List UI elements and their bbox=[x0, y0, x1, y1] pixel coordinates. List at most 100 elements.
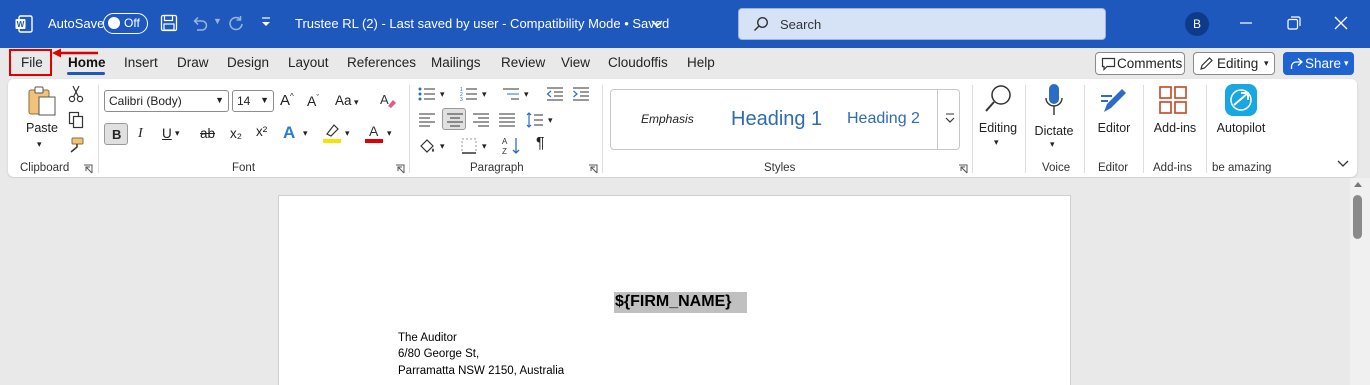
justify-icon[interactable] bbox=[498, 112, 516, 128]
tab-view[interactable]: View bbox=[561, 55, 590, 70]
clear-formatting-icon[interactable]: A bbox=[379, 91, 397, 109]
multilevel-list-icon[interactable] bbox=[502, 86, 520, 102]
cut-icon[interactable] bbox=[68, 85, 84, 103]
chevron-down-icon[interactable]: ▾ bbox=[524, 89, 529, 100]
document-page[interactable] bbox=[278, 195, 1071, 385]
text-effects-icon[interactable]: A bbox=[283, 123, 295, 143]
copy-icon[interactable] bbox=[68, 111, 84, 129]
bold-button[interactable]: B bbox=[104, 123, 128, 145]
undo-dropdown-icon[interactable]: ▼ bbox=[213, 16, 222, 26]
line-spacing-icon[interactable] bbox=[526, 111, 544, 129]
chevron-down-icon[interactable]: ▾ bbox=[482, 89, 487, 100]
collapse-ribbon-icon[interactable] bbox=[1336, 159, 1350, 169]
pencil-icon bbox=[1200, 57, 1213, 70]
restore-icon[interactable] bbox=[1287, 16, 1301, 30]
dialog-launcher-icon[interactable] bbox=[83, 164, 93, 174]
numbering-icon[interactable]: 123 bbox=[460, 86, 478, 102]
dialog-launcher-icon[interactable] bbox=[395, 164, 405, 174]
autosave-toggle[interactable]: Off bbox=[103, 13, 148, 34]
font-name-select[interactable]: Calibri (Body) ▼ bbox=[104, 90, 229, 112]
share-icon bbox=[1290, 58, 1303, 69]
strikethrough-button[interactable]: ab bbox=[200, 126, 215, 141]
chevron-down-icon[interactable]: ▾ bbox=[175, 128, 180, 139]
chevron-down-icon[interactable]: ▾ bbox=[303, 128, 308, 139]
tab-design[interactable]: Design bbox=[227, 55, 269, 70]
address-line[interactable]: 6/80 George St, bbox=[398, 348, 479, 360]
tab-insert[interactable]: Insert bbox=[124, 55, 158, 70]
grow-font-icon[interactable]: A^ bbox=[280, 92, 294, 109]
tab-draw[interactable]: Draw bbox=[177, 55, 209, 70]
editing-button[interactable]: Editing ▾ bbox=[976, 83, 1020, 153]
avatar[interactable]: B bbox=[1185, 12, 1209, 36]
scrollbar-thumb[interactable] bbox=[1353, 195, 1362, 239]
ribbon: Paste ▾ Clipboard Calibri (Body) ▼ 14 ▼ … bbox=[8, 79, 1357, 177]
tab-cloudoffis[interactable]: Cloudoffis bbox=[608, 55, 668, 70]
tab-layout[interactable]: Layout bbox=[288, 55, 329, 70]
address-line[interactable]: The Auditor bbox=[398, 332, 457, 344]
align-center-button[interactable] bbox=[442, 108, 466, 130]
editing-mode-button[interactable]: Editing ▾ bbox=[1193, 52, 1275, 75]
format-painter-icon[interactable] bbox=[68, 137, 84, 153]
minimize-icon[interactable] bbox=[1240, 16, 1252, 30]
highlight-color-icon[interactable] bbox=[323, 123, 341, 143]
change-case-button[interactable]: Aa ▾ bbox=[335, 93, 359, 108]
style-emphasis[interactable]: Emphasis bbox=[641, 112, 694, 126]
chevron-down-icon[interactable]: ▾ bbox=[387, 128, 392, 139]
chevron-down-icon[interactable]: ▾ bbox=[440, 89, 445, 100]
tab-home[interactable]: Home bbox=[68, 55, 106, 70]
save-icon[interactable] bbox=[160, 14, 178, 32]
tab-file[interactable]: File bbox=[21, 55, 43, 70]
tab-references[interactable]: References bbox=[347, 55, 416, 70]
chevron-down-icon[interactable]: ▾ bbox=[440, 141, 445, 152]
comments-button[interactable]: Comments bbox=[1095, 52, 1185, 75]
chevron-down-icon: ▾ bbox=[1344, 58, 1349, 68]
chevron-down-icon[interactable] bbox=[650, 16, 664, 30]
shrink-font-icon[interactable]: Aˇ bbox=[307, 93, 319, 109]
shading-icon[interactable] bbox=[418, 137, 436, 155]
show-formatting-marks-icon[interactable]: ¶ bbox=[536, 135, 545, 153]
style-heading-2[interactable]: Heading 2 bbox=[847, 110, 920, 128]
paste-button[interactable]: Paste ▾ bbox=[24, 85, 60, 153]
redo-icon[interactable] bbox=[227, 14, 247, 34]
align-right-icon[interactable] bbox=[472, 112, 490, 128]
tab-mailings[interactable]: Mailings bbox=[431, 55, 481, 70]
chevron-down-icon[interactable]: ▾ bbox=[482, 141, 487, 152]
address-line[interactable]: Parramatta NSW 2150, Australia bbox=[398, 365, 564, 377]
underline-button[interactable]: U bbox=[162, 126, 172, 141]
microphone-icon bbox=[1045, 84, 1063, 115]
chevron-down-icon[interactable]: ▾ bbox=[345, 128, 350, 139]
close-icon[interactable] bbox=[1334, 16, 1348, 30]
bullets-icon[interactable] bbox=[418, 86, 436, 102]
paragraph-group-label: Paragraph bbox=[470, 162, 524, 174]
dialog-launcher-icon[interactable] bbox=[588, 164, 598, 174]
superscript-button[interactable]: x² bbox=[256, 124, 267, 139]
document-title[interactable]: Trustee RL (2) - Last saved by user - Co… bbox=[295, 16, 669, 31]
borders-icon[interactable] bbox=[460, 137, 478, 155]
search-box[interactable]: Search bbox=[738, 8, 1106, 40]
align-left-icon[interactable] bbox=[418, 112, 436, 128]
italic-button[interactable]: I bbox=[138, 126, 143, 142]
undo-icon[interactable] bbox=[189, 14, 209, 34]
menu-tabs: File Home Insert Draw Design Layout Refe… bbox=[0, 48, 1370, 78]
increase-indent-icon[interactable] bbox=[572, 86, 590, 102]
firm-name-placeholder[interactable]: ${FIRM_NAME} bbox=[614, 292, 747, 313]
autopilot-button[interactable]: Autopilot bbox=[1212, 83, 1270, 153]
customize-toolbar-icon[interactable] bbox=[259, 14, 273, 30]
dialog-launcher-icon[interactable] bbox=[958, 164, 968, 174]
decrease-indent-icon[interactable] bbox=[546, 86, 564, 102]
tab-review[interactable]: Review bbox=[501, 55, 545, 70]
editor-button[interactable]: Editor bbox=[1092, 83, 1136, 153]
sort-icon[interactable]: AZ bbox=[502, 136, 522, 156]
tab-help[interactable]: Help bbox=[687, 55, 715, 70]
dictate-button[interactable]: Dictate ▾ bbox=[1032, 83, 1076, 153]
font-color-icon[interactable]: A bbox=[365, 123, 383, 143]
styles-more-button[interactable] bbox=[937, 89, 961, 150]
subscript-button[interactable]: x₂ bbox=[230, 126, 242, 141]
word-logo-icon[interactable]: W bbox=[14, 14, 34, 34]
share-button[interactable]: Share ▾ bbox=[1283, 52, 1354, 75]
scroll-up-icon[interactable] bbox=[1354, 181, 1362, 189]
chevron-down-icon[interactable]: ▾ bbox=[548, 115, 553, 126]
addins-button[interactable]: Add-ins bbox=[1150, 83, 1200, 153]
font-size-select[interactable]: 14 ▼ bbox=[232, 90, 274, 112]
style-heading-1[interactable]: Heading 1 bbox=[731, 108, 822, 131]
